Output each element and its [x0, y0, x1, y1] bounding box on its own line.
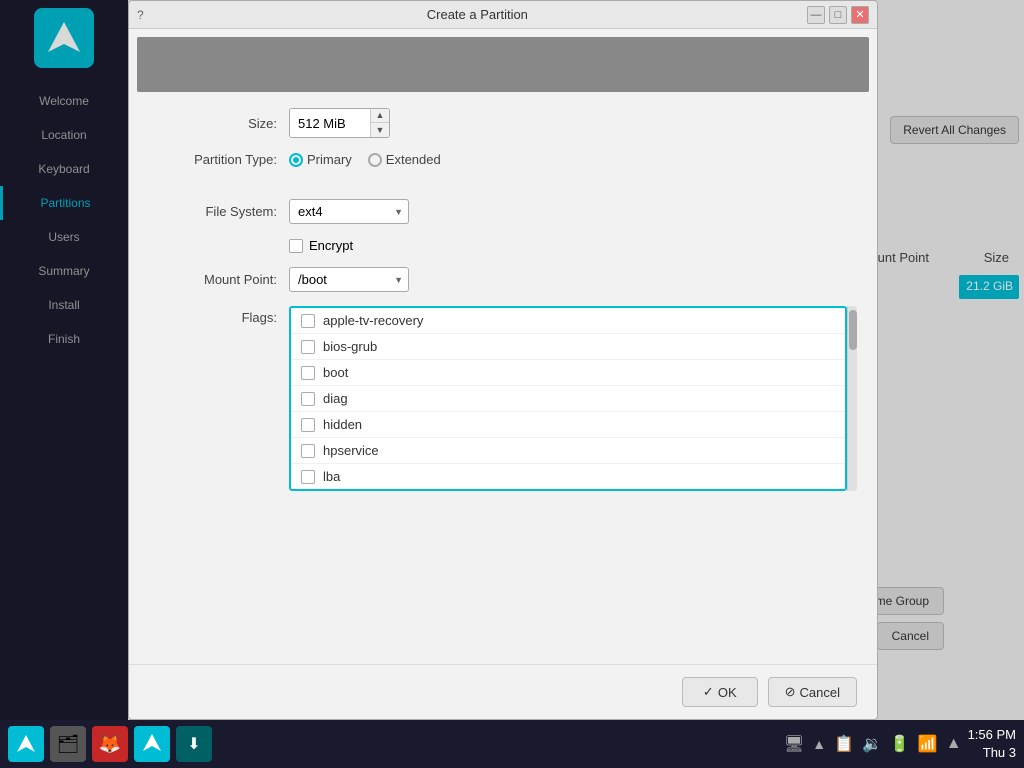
- flag-item-diag[interactable]: diag: [291, 386, 845, 412]
- flags-list[interactable]: apple-tv-recovery bios-grub boot diag: [289, 306, 847, 491]
- clock-date: Thu 3: [968, 744, 1016, 762]
- modal-footer: ✓ OK ⊘ Cancel: [129, 664, 877, 719]
- flag-item-bios-grub[interactable]: bios-grub: [291, 334, 845, 360]
- volume-icon[interactable]: 🔉: [862, 734, 882, 754]
- flag-item-hpservice[interactable]: hpservice: [291, 438, 845, 464]
- flags-label: Flags:: [149, 306, 289, 325]
- encrypt-row: Encrypt: [149, 238, 857, 253]
- help-icon: ?: [137, 8, 144, 22]
- flag-item-boot[interactable]: boot: [291, 360, 845, 386]
- modal-title: Create a Partition: [148, 7, 807, 22]
- taskbar-files-icon[interactable]: 🗂: [50, 726, 86, 762]
- network-icon[interactable]: 📶: [918, 734, 938, 754]
- flags-scrollbar[interactable]: [847, 306, 857, 491]
- flag-checkbox-diag[interactable]: [301, 392, 315, 406]
- size-label: Size:: [149, 116, 289, 131]
- flag-checkbox-hidden[interactable]: [301, 418, 315, 432]
- mount-point-select[interactable]: /boot / /home /var /tmp swap: [289, 267, 409, 292]
- flag-item-apple-tv-recovery[interactable]: apple-tv-recovery: [291, 308, 845, 334]
- filesystem-select[interactable]: ext4 ext3 ext2 fat32 ntfs swap btrfs xfs: [289, 199, 409, 224]
- size-down-button[interactable]: ▼: [371, 123, 389, 137]
- partition-type-row: Partition Type: Primary Extended: [149, 152, 857, 167]
- mount-point-row: Mount Point: /boot / /home /var /tmp swa…: [149, 267, 857, 292]
- radio-primary[interactable]: Primary: [289, 152, 352, 167]
- size-input[interactable]: [290, 109, 370, 137]
- minimize-button[interactable]: —: [807, 6, 825, 24]
- partition-visual-bar: [137, 37, 869, 92]
- flag-item-hidden[interactable]: hidden: [291, 412, 845, 438]
- taskbar: 🗂 🦊 ⬇ 🖥 ▲ 📋 🔉 🔋 📶 ▲ 1:56 PM Thu 3: [0, 720, 1024, 768]
- encrypt-checkbox[interactable]: [289, 239, 303, 253]
- radio-extended[interactable]: Extended: [368, 152, 441, 167]
- modal-form: Size: ▲ ▼ Partition Type: Primary Extend…: [129, 100, 877, 664]
- size-up-button[interactable]: ▲: [371, 109, 389, 123]
- radio-extended-label: Extended: [386, 152, 441, 167]
- size-input-container: ▲ ▼: [289, 108, 390, 138]
- filesystem-label: File System:: [149, 204, 289, 219]
- taskbar-browser-icon[interactable]: 🦊: [92, 726, 128, 762]
- taskbar-manjaro-icon[interactable]: [8, 726, 44, 762]
- flag-checkbox-lba[interactable]: [301, 470, 315, 484]
- titlebar-buttons: — □ ✕: [807, 6, 869, 24]
- tray-expand-icon[interactable]: ▲: [946, 735, 962, 753]
- display-icon[interactable]: 🖥: [784, 734, 804, 754]
- spacer: [149, 181, 857, 199]
- encrypt-checkbox-item[interactable]: Encrypt: [289, 238, 353, 253]
- taskbar-clock: 1:56 PM Thu 3: [968, 726, 1016, 762]
- flags-list-wrapper: apple-tv-recovery bios-grub boot diag: [289, 306, 857, 491]
- flag-label-diag: diag: [323, 391, 348, 406]
- flag-label-apple-tv-recovery: apple-tv-recovery: [323, 313, 423, 328]
- cancel-button[interactable]: ⊘ Cancel: [768, 677, 857, 707]
- terminal-icon[interactable]: ▲: [812, 736, 826, 752]
- flag-label-boot: boot: [323, 365, 348, 380]
- encrypt-label: Encrypt: [309, 238, 353, 253]
- mount-point-select-wrapper: /boot / /home /var /tmp swap: [289, 267, 409, 292]
- maximize-button[interactable]: □: [829, 6, 847, 24]
- ok-button[interactable]: ✓ OK: [682, 677, 758, 707]
- taskbar-installer-icon[interactable]: ⬇: [176, 726, 212, 762]
- ok-icon: ✓: [703, 684, 714, 700]
- flag-checkbox-hpservice[interactable]: [301, 444, 315, 458]
- flag-checkbox-apple-tv-recovery[interactable]: [301, 314, 315, 328]
- close-button[interactable]: ✕: [851, 6, 869, 24]
- flags-scrollbar-thumb: [849, 310, 857, 350]
- taskbar-systray: 🖥 ▲ 📋 🔉 🔋 📶 ▲: [784, 734, 962, 754]
- radio-primary-indicator: [289, 153, 303, 167]
- ok-label: OK: [718, 685, 737, 700]
- clipboard-icon[interactable]: 📋: [834, 734, 854, 754]
- flag-label-bios-grub: bios-grub: [323, 339, 377, 354]
- filesystem-select-wrapper: ext4 ext3 ext2 fat32 ntfs swap btrfs xfs: [289, 199, 409, 224]
- cancel-icon: ⊘: [785, 684, 796, 700]
- flag-item-lba[interactable]: lba: [291, 464, 845, 489]
- filesystem-row: File System: ext4 ext3 ext2 fat32 ntfs s…: [149, 199, 857, 224]
- modal-titlebar: ? Create a Partition — □ ✕: [129, 1, 877, 29]
- partition-type-label: Partition Type:: [149, 152, 289, 167]
- taskbar-system-icon[interactable]: [134, 726, 170, 762]
- cancel-label: Cancel: [800, 685, 840, 700]
- flag-checkbox-boot[interactable]: [301, 366, 315, 380]
- size-row: Size: ▲ ▼: [149, 108, 857, 138]
- size-spinners: ▲ ▼: [370, 109, 389, 137]
- clock-time: 1:56 PM: [968, 726, 1016, 744]
- flag-checkbox-bios-grub[interactable]: [301, 340, 315, 354]
- radio-extended-indicator: [368, 153, 382, 167]
- flag-label-lba: lba: [323, 469, 340, 484]
- flags-row: Flags: apple-tv-recovery bios-grub boot: [149, 306, 857, 491]
- flag-label-hidden: hidden: [323, 417, 362, 432]
- create-partition-dialog: ? Create a Partition — □ ✕ Size: ▲ ▼ Par…: [128, 0, 878, 720]
- flag-label-hpservice: hpservice: [323, 443, 379, 458]
- radio-primary-label: Primary: [307, 152, 352, 167]
- partition-type-group: Primary Extended: [289, 152, 441, 167]
- mount-point-label: Mount Point:: [149, 272, 289, 287]
- battery-icon[interactable]: 🔋: [890, 734, 910, 754]
